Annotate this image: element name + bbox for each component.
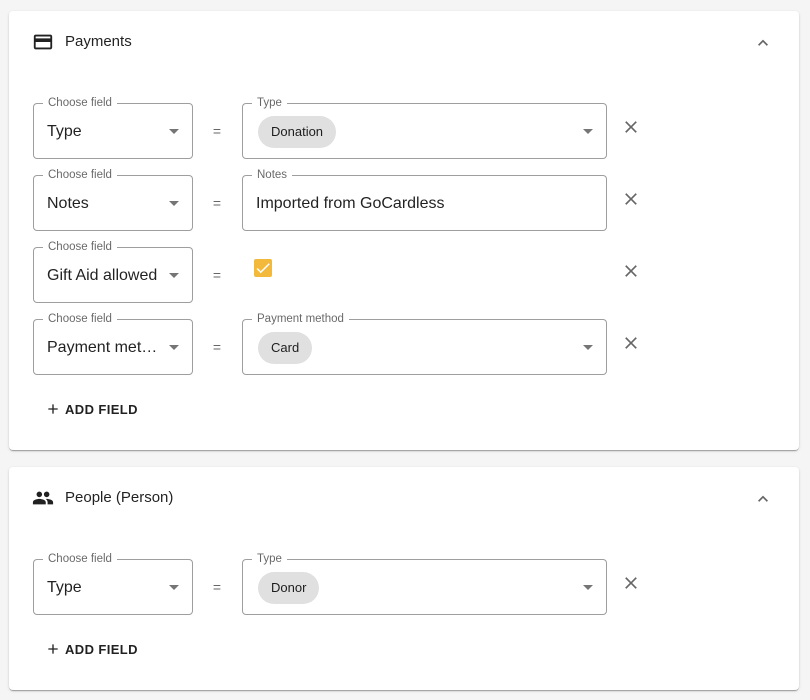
choose-field-value: Type	[47, 123, 82, 140]
value-label: Notes	[252, 168, 293, 182]
people-panel: People (Person) Choose field Type = Type…	[9, 467, 799, 690]
choose-field-value: Type	[47, 579, 82, 596]
choose-field-select[interactable]: Choose field Gift Aid allowed	[33, 240, 193, 303]
choose-field-select[interactable]: Choose field Type	[33, 552, 193, 615]
equals-operator: =	[212, 339, 222, 355]
value-label: Type	[252, 96, 287, 110]
value-chip: Donation	[258, 116, 337, 148]
dropdown-arrow-icon	[583, 129, 593, 134]
choose-field-value: Gift Aid allowed	[47, 267, 158, 284]
plus-icon	[48, 404, 58, 414]
add-field-label: ADD FIELD	[65, 642, 138, 657]
choose-field-select[interactable]: Choose field Type	[33, 96, 193, 159]
equals-operator: =	[212, 267, 222, 283]
choose-field-value: Notes	[47, 195, 89, 212]
notes-input[interactable]	[256, 194, 586, 214]
dropdown-arrow-icon	[169, 129, 179, 134]
value-label: Payment method	[252, 312, 349, 326]
mapping-row: Choose field Payment method = Payment me…	[9, 312, 799, 375]
type-value-select[interactable]: Type Donor	[242, 552, 607, 615]
credit-card-icon	[33, 34, 53, 50]
add-field-label: ADD FIELD	[65, 402, 138, 417]
chevron-up-icon[interactable]	[753, 489, 773, 509]
choose-field-value: Payment method	[47, 339, 165, 356]
close-icon[interactable]	[621, 333, 641, 353]
plus-icon	[48, 644, 58, 654]
people-panel-header[interactable]: People (Person)	[9, 467, 799, 529]
mapping-row: Choose field Notes = Notes	[9, 168, 799, 231]
close-icon[interactable]	[621, 573, 641, 593]
dropdown-arrow-icon	[169, 273, 179, 278]
gift-aid-checkbox[interactable]	[254, 259, 272, 277]
choose-field-label: Choose field	[43, 168, 117, 182]
notes-value-field: Notes	[242, 168, 607, 231]
value-chip: Card	[258, 332, 313, 364]
choose-field-label: Choose field	[43, 312, 117, 326]
people-panel-title: People (Person)	[65, 489, 174, 506]
payments-panel-title: Payments	[65, 33, 132, 50]
close-icon[interactable]	[621, 189, 641, 209]
dropdown-arrow-icon	[583, 345, 593, 350]
type-value-select[interactable]: Type Donation	[242, 96, 607, 159]
mapping-row: Choose field Type = Type Donor	[9, 552, 799, 615]
payments-panel: Payments Choose field Type = Type Donati…	[9, 11, 799, 450]
chevron-up-icon[interactable]	[753, 33, 773, 53]
mapping-row: Choose field Type = Type Donation	[9, 96, 799, 159]
close-icon[interactable]	[621, 117, 641, 137]
choose-field-label: Choose field	[43, 96, 117, 110]
value-label: Type	[252, 552, 287, 566]
equals-operator: =	[212, 579, 222, 595]
choose-field-select[interactable]: Choose field Payment method	[33, 312, 193, 375]
dropdown-arrow-icon	[169, 201, 179, 206]
equals-operator: =	[212, 195, 222, 211]
choose-field-label: Choose field	[43, 552, 117, 566]
mapping-row: Choose field Gift Aid allowed =	[9, 240, 799, 303]
choose-field-label: Choose field	[43, 240, 117, 254]
close-icon[interactable]	[621, 261, 641, 281]
value-chip: Donor	[258, 572, 320, 604]
choose-field-select[interactable]: Choose field Notes	[33, 168, 193, 231]
equals-operator: =	[212, 123, 222, 139]
dropdown-arrow-icon	[169, 585, 179, 590]
payment-method-value-select[interactable]: Payment method Card	[242, 312, 607, 375]
payments-panel-header[interactable]: Payments	[9, 11, 799, 73]
people-icon	[32, 491, 54, 505]
dropdown-arrow-icon	[583, 585, 593, 590]
check-icon	[256, 263, 270, 274]
dropdown-arrow-icon	[169, 345, 179, 350]
